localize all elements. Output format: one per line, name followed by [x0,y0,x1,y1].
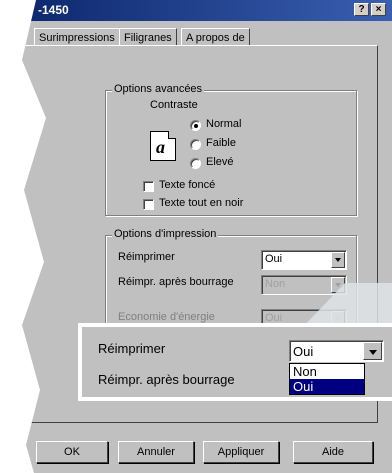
zoom-jam-label: Réimpr. après bourrage [98,372,235,387]
zoom-reprint-select[interactable]: Oui [289,340,384,362]
chevron-down-icon[interactable] [363,342,382,360]
zoom-dropdown-list: Non Oui [289,363,365,395]
zoom-beam-decoration [300,283,392,330]
printer-properties-dialog: -1450 ? × Surimpressions Filigranes A pr… [0,0,392,473]
zoom-reprint-label: Réimprimer [98,341,166,356]
dropdown-option-oui[interactable]: Oui [290,379,364,394]
zoom-callout: Réimprimer Oui Réimpr. après bourrage No… [78,323,392,401]
dropdown-option-non[interactable]: Non [290,364,364,379]
